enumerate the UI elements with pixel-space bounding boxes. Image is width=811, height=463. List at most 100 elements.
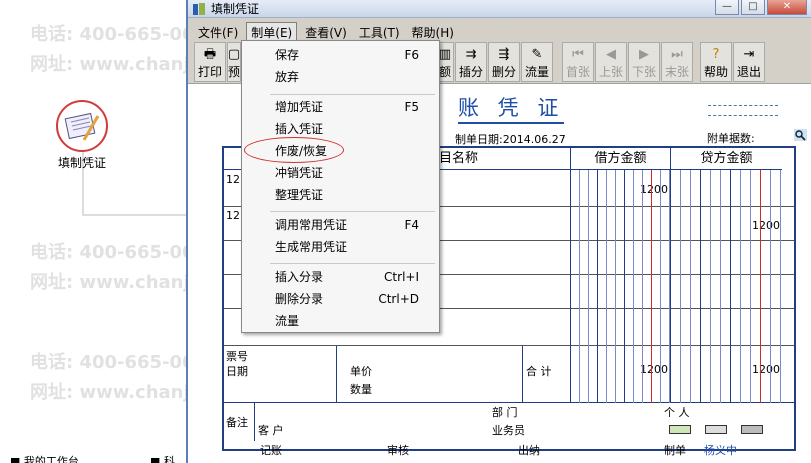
desktop-icon-voucher[interactable]: 填制凭证	[52, 100, 112, 171]
amount-digit-line	[597, 170, 598, 403]
bookkeeping-label: 记账	[260, 444, 282, 457]
next-button[interactable]: ▶ 下张	[628, 42, 660, 82]
remark-row: 备注 客 户 部 门 业务员 个 人	[224, 403, 794, 441]
close-button[interactable]: ✕	[767, 0, 807, 15]
amount-digit-line	[570, 170, 571, 403]
title-bar[interactable]: 填制凭证 — □ ✕	[188, 0, 811, 18]
exit-button[interactable]: ⇥ 退出	[733, 42, 765, 82]
amount-digit-line	[606, 170, 607, 403]
amount-digit-line	[720, 170, 721, 403]
person-label: 个 人	[664, 406, 690, 419]
menu-item-save[interactable]: 保存 F6	[242, 45, 439, 65]
menu-item-insert-voucher[interactable]: 插入凭证	[242, 119, 439, 139]
total-credit: 1200	[752, 363, 780, 376]
menu-tools[interactable]: 工具(T)	[355, 23, 404, 42]
highlight-circle	[244, 137, 344, 163]
maximize-button[interactable]: □	[741, 0, 765, 15]
prev-button[interactable]: ◀ 上张	[595, 42, 627, 82]
amount-digit-line	[730, 170, 731, 403]
amount-digit-line	[615, 170, 616, 403]
prev-icon: ◀	[606, 47, 616, 62]
first-icon: ⏮	[572, 47, 584, 62]
amount-digit-line	[770, 170, 771, 403]
menu-separator	[270, 94, 435, 95]
unit-price-label: 单价	[350, 365, 372, 378]
row-credit: 1200	[752, 219, 780, 232]
desktop: 填制凭证 ■ 我的工作台 ■ 科	[0, 0, 186, 463]
salesman-label: 业务员	[492, 424, 525, 437]
insert-entry-icon: ⇉	[465, 47, 477, 62]
delete-entry-button[interactable]: ⇶ 删分	[488, 42, 520, 82]
desktop-icon-label: 填制凭证	[57, 156, 106, 170]
review-label: 审核	[387, 444, 409, 457]
printer-icon: 🖶	[203, 47, 217, 62]
magnifier-icon[interactable]	[794, 129, 807, 141]
amount-digit-line	[579, 170, 580, 403]
taskbar-item-2[interactable]: ■ 科	[150, 453, 175, 463]
amount-digit-line	[651, 170, 652, 403]
exit-icon: ⇥	[743, 47, 755, 62]
amount-digit-line	[624, 170, 625, 403]
menu-item-create-common-voucher[interactable]: 生成常用凭证	[242, 237, 439, 257]
department-label: 部 门	[492, 406, 518, 419]
row-summary: 12	[226, 173, 240, 186]
menu-separator	[270, 211, 435, 212]
menu-item-delete-entry[interactable]: 删除分录 Ctrl+D	[242, 289, 439, 309]
flow-button[interactable]: ✎ 流量	[521, 42, 553, 82]
menu-item-discard[interactable]: 放弃	[242, 67, 439, 87]
dash-line	[708, 115, 778, 116]
debit-header: 借方金额	[570, 148, 670, 170]
credit-header: 贷方金额	[670, 148, 782, 170]
quantity-label: 数量	[350, 383, 372, 396]
customer-label: 客 户	[258, 424, 284, 437]
card-icon[interactable]	[741, 425, 763, 434]
minimize-button[interactable]: —	[715, 0, 739, 15]
total-debit: 1200	[640, 363, 668, 376]
insert-entry-button[interactable]: ⇉ 插分	[455, 42, 487, 82]
first-button[interactable]: ⏮ 首张	[562, 42, 594, 82]
amount-digit-line	[680, 170, 681, 403]
amount-digit-line	[760, 170, 761, 403]
amount-digit-line	[740, 170, 741, 403]
menu-separator	[270, 263, 435, 264]
amount-digit-line	[780, 170, 781, 403]
menu-help[interactable]: 帮助(H)	[408, 23, 458, 42]
taskbar-workbench[interactable]: ■ 我的工作台	[10, 453, 79, 463]
amount-digit-line	[633, 170, 634, 403]
menu-item-flow[interactable]: 流量	[242, 311, 439, 331]
menu-bar: 文件(F) 制单(E) 查看(V) 工具(T) 帮助(H)	[188, 21, 811, 43]
total-label: 合 计	[526, 365, 552, 378]
summary-divider	[336, 346, 337, 403]
print-button[interactable]: 🖶 打印	[194, 42, 226, 82]
menu-view[interactable]: 查看(V)	[301, 23, 351, 42]
menu-item-use-common-voucher[interactable]: 调用常用凭证 F4	[242, 215, 439, 235]
amount-digit-line	[690, 170, 691, 403]
preview-button[interactable]: ▢ 预	[227, 42, 241, 82]
help-button[interactable]: ? 帮助	[700, 42, 732, 82]
last-button[interactable]: ⏭ 末张	[661, 42, 693, 82]
menu-item-add-voucher[interactable]: 增加凭证 F5	[242, 97, 439, 117]
window-title: 填制凭证	[211, 2, 260, 16]
date-label: 日期	[226, 365, 248, 378]
last-icon: ⏭	[671, 47, 683, 62]
row-debit: 1200	[640, 183, 668, 196]
total-divider	[522, 346, 523, 403]
row-summary: 12	[226, 209, 240, 222]
voucher-date[interactable]: 制单日期:2014.06.27	[455, 131, 566, 147]
maker-name: 杨义中	[704, 444, 737, 457]
menu-file[interactable]: 文件(F)	[194, 23, 242, 42]
total-row: 票号 日期 单价 数量 合 计 1200 1200	[224, 346, 794, 403]
card-icon[interactable]	[705, 425, 727, 434]
delete-entry-icon: ⇶	[498, 47, 510, 62]
cashier-label: 出纳	[518, 444, 540, 457]
remark-divider	[254, 403, 255, 441]
card-icon[interactable]	[669, 425, 691, 434]
voucher-app-icon	[56, 100, 108, 152]
menu-item-tidy-voucher[interactable]: 整理凭证	[242, 185, 439, 205]
amount-digit-line	[700, 170, 701, 403]
amount-digit-line	[710, 170, 711, 403]
menu-item-insert-entry[interactable]: 插入分录 Ctrl+I	[242, 267, 439, 287]
menu-item-reverse-voucher[interactable]: 冲销凭证	[242, 163, 439, 183]
dash-line	[708, 105, 778, 106]
maker-label: 制单	[664, 444, 686, 457]
